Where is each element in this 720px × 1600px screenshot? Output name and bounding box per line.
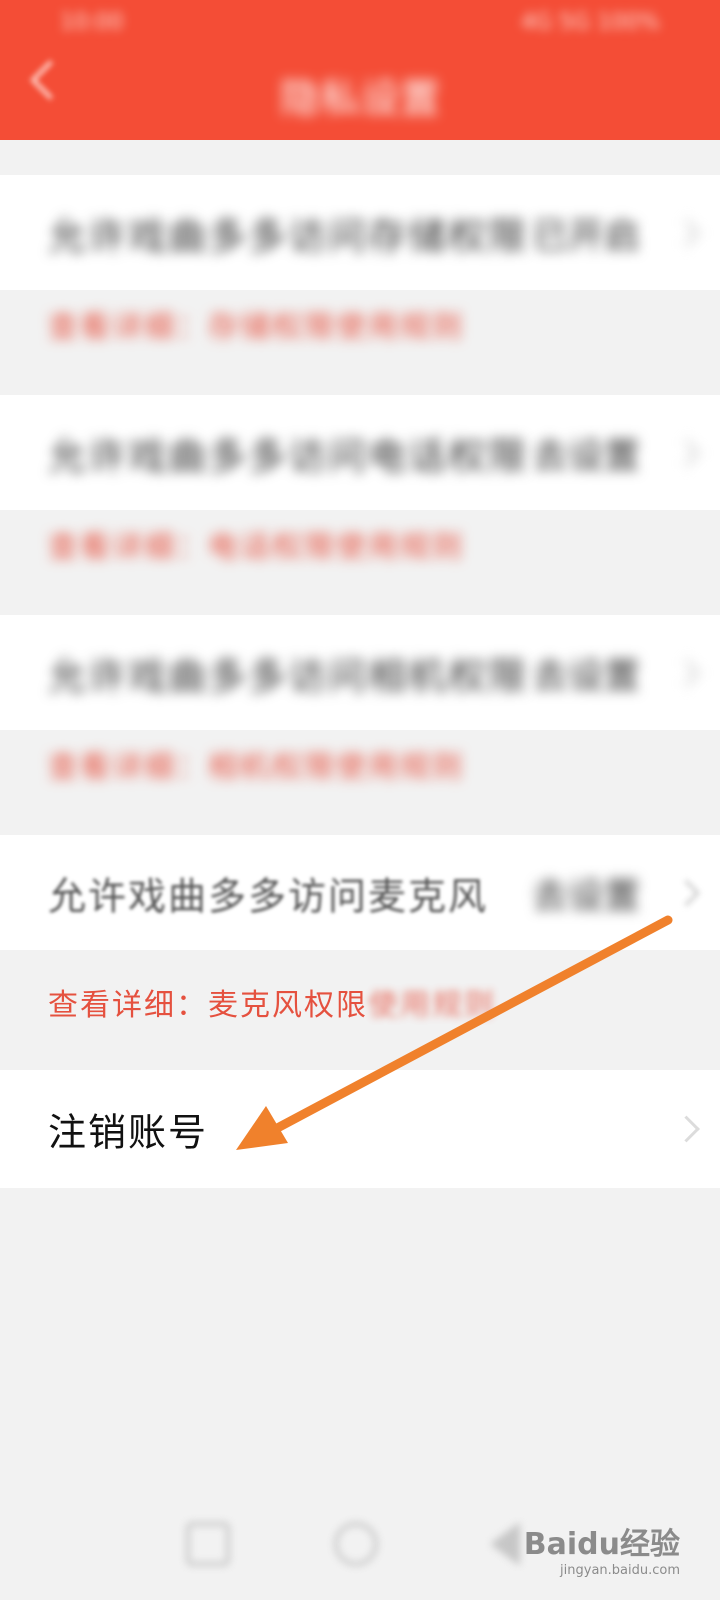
cancel-account-row[interactable]: 注销账号 [0, 1070, 720, 1188]
setting-value: 去设置 [531, 655, 640, 697]
setting-value: 去设置 [531, 875, 640, 917]
detail-link-microphone[interactable]: 查看详细：麦克风权限使用规则 [48, 980, 496, 1024]
detail-link-phone[interactable]: 查看详细：电话权限使用规则 [48, 522, 464, 566]
page-title: 隐私设置 [280, 76, 440, 122]
setting-label: 允许戏曲多多访问相机权限 [48, 654, 529, 698]
detail-link-camera[interactable]: 查看详细：相机权限使用规则 [48, 742, 464, 786]
setting-row-camera[interactable]: 允许戏曲多多访问相机权限 去设置 [0, 615, 720, 730]
detail-text-faded: 使用规则 [368, 988, 496, 1023]
recent-apps-icon[interactable] [186, 1522, 230, 1566]
status-time: 10:00 [60, 10, 124, 35]
chevron-right-icon [673, 659, 700, 686]
chevron-right-icon [673, 219, 700, 246]
cancel-account-label: 注销账号 [48, 1110, 209, 1155]
setting-row-phone[interactable]: 允许戏曲多多访问电话权限 去设置 [0, 395, 720, 510]
app-header: 10:00 4G 5G 100% 隐私设置 [0, 0, 720, 140]
detail-text: 查看详细：麦克风权限 [48, 988, 368, 1023]
watermark-text: Baidu经验 [523, 1527, 680, 1562]
setting-row-storage[interactable]: 允许戏曲多多访问存储权限 已开启 [0, 175, 720, 290]
detail-link-storage[interactable]: 查看详细：存储权限使用规则 [48, 302, 464, 346]
status-icons: 4G 5G 100% [521, 10, 660, 35]
home-icon[interactable] [334, 1522, 378, 1566]
setting-label: 允许戏曲多多访问存储权限 [48, 214, 529, 258]
setting-value: 已开启 [531, 215, 640, 257]
chevron-right-icon [673, 879, 700, 906]
setting-value: 去设置 [531, 435, 640, 477]
setting-label: 允许戏曲多多访问麦克风 [48, 874, 489, 918]
chevron-right-icon [673, 439, 700, 466]
chevron-right-icon [673, 1115, 700, 1143]
baidu-watermark: Baidu经验 jingyan.baidu.com [524, 1519, 680, 1578]
setting-row-microphone[interactable]: 允许戏曲多多访问麦克风 去设置 [0, 835, 720, 950]
back-icon[interactable] [490, 1522, 520, 1566]
status-bar: 10:00 4G 5G 100% [60, 10, 660, 40]
watermark-url: jingyan.baidu.com [560, 1563, 680, 1578]
setting-label: 允许戏曲多多访问电话权限 [48, 434, 529, 478]
